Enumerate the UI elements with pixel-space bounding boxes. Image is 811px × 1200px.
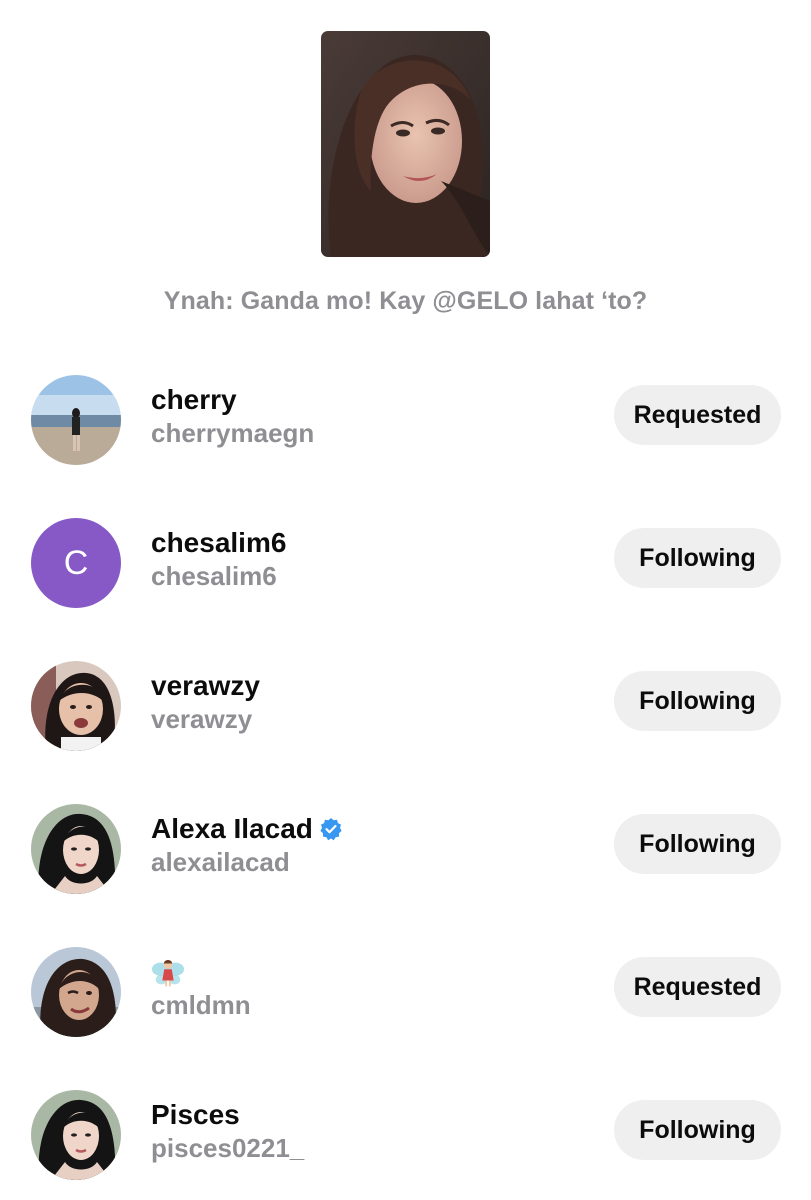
avatar[interactable] <box>31 947 121 1037</box>
following-button[interactable]: Following <box>614 1100 781 1160</box>
post-caption: Ynah: Ganda mo! Kay @GELO lahat ‘to? <box>163 287 648 315</box>
selfie-photo-icon <box>31 947 121 1037</box>
username: alexailacad <box>151 847 290 877</box>
requested-button[interactable]: Requested <box>614 385 781 445</box>
username: chesalim6 <box>151 561 277 591</box>
avatar[interactable] <box>31 661 121 751</box>
username: cmldmn <box>151 990 251 1020</box>
user-row[interactable]: cherry cherrymaegn Requested <box>0 370 811 470</box>
display-name <box>151 956 185 990</box>
avatar[interactable] <box>31 804 121 894</box>
post-image[interactable] <box>321 31 490 257</box>
username: pisces0221_ <box>151 1133 305 1163</box>
user-row[interactable]: verawzy verawzy Following <box>0 656 811 756</box>
display-name: verawzy <box>151 670 260 701</box>
avatar[interactable] <box>31 375 121 465</box>
display-name: Alexa Ilacad <box>151 813 343 845</box>
user-row[interactable]: cmldmn Requested <box>0 942 811 1042</box>
following-button[interactable]: Following <box>614 671 781 731</box>
portrait-photo-icon <box>321 31 490 257</box>
username: verawzy <box>151 704 253 734</box>
selfie-photo-icon <box>31 661 121 751</box>
portrait-photo-icon <box>31 804 121 894</box>
user-row[interactable]: Alexa Ilacad alexailacad Following <box>0 799 811 899</box>
display-name: cherry <box>151 384 237 415</box>
portrait-photo-icon <box>31 1090 121 1180</box>
following-button[interactable]: Following <box>614 814 781 874</box>
user-row[interactable]: Pisces pisces0221_ Following <box>0 1085 811 1185</box>
fairy-emoji-icon <box>151 960 185 987</box>
username: cherrymaegn <box>151 418 315 448</box>
beach-photo-icon <box>31 375 121 465</box>
requested-button[interactable]: Requested <box>614 957 781 1017</box>
avatar[interactable] <box>31 1090 121 1180</box>
avatar-letter: C <box>63 543 89 582</box>
user-row[interactable]: C chesalim6 chesalim6 Following <box>0 513 811 613</box>
avatar[interactable]: C <box>31 518 121 608</box>
display-name: chesalim6 <box>151 527 287 558</box>
display-name: Pisces <box>151 1099 240 1130</box>
verified-badge-icon <box>319 817 343 841</box>
following-button[interactable]: Following <box>614 528 781 588</box>
